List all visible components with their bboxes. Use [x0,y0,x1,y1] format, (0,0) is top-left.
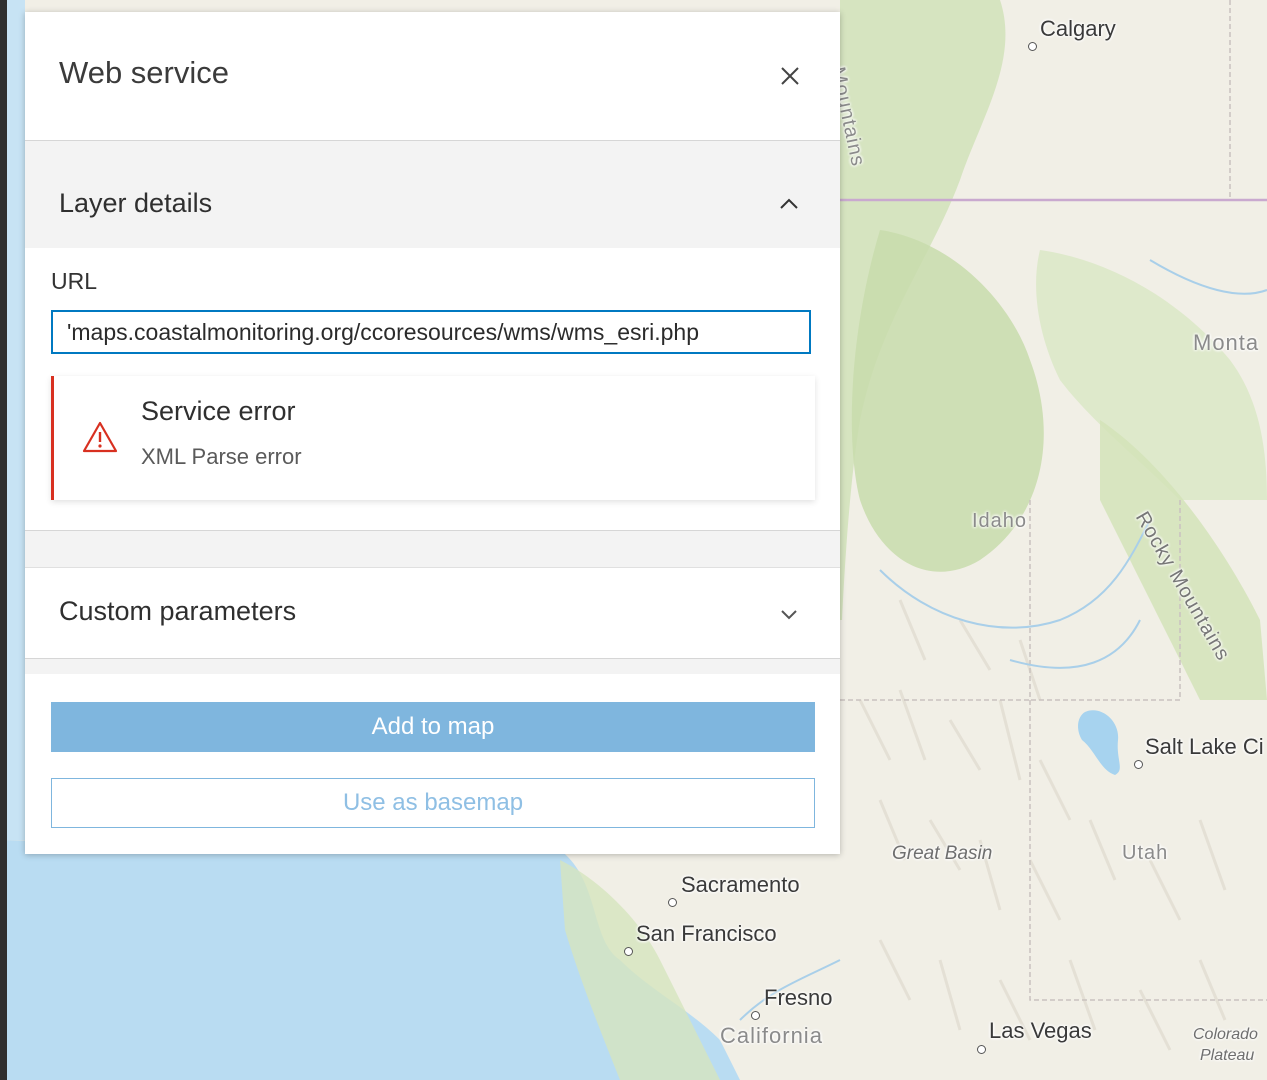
url-label: URL [51,268,98,294]
map-label-las-vegas: Las Vegas [989,1018,1092,1043]
close-button[interactable] [770,56,810,96]
city-marker [668,898,677,907]
chevron-up-icon [780,198,798,209]
city-marker [624,947,633,956]
custom-parameters-header[interactable]: Custom parameters [25,567,840,659]
use-as-basemap-button[interactable]: Use as basemap [51,778,815,828]
web-service-panel: Web service Layer details URL Service er… [25,12,840,854]
city-marker [1028,42,1037,51]
map-label-great-basin: Great Basin [892,843,993,864]
map-label-california: California [720,1023,823,1048]
layer-details-title: Layer details [59,188,213,218]
map-label-salt-lake-city: Salt Lake Ci [1145,734,1264,759]
layer-details-body: URL Service error XML Parse error [25,248,840,531]
window-edge [0,0,7,1080]
warning-icon [82,421,118,453]
map-label-idaho: Idaho [972,510,1028,532]
error-message: XML Parse error [141,444,302,469]
error-title: Service error [141,396,296,426]
custom-parameters-title: Custom parameters [59,596,297,626]
map-label-utah: Utah [1122,842,1169,864]
city-marker [977,1045,986,1054]
chevron-down-icon [781,610,797,620]
map-label-colorado: Colorado [1193,1026,1258,1043]
map-label-sacramento: Sacramento [681,872,800,897]
panel-footer: Add to map Use as basemap [25,674,840,854]
city-marker [1134,760,1143,769]
map-label-calgary: Calgary [1040,16,1116,41]
close-icon [781,67,799,85]
layer-details-header[interactable]: Layer details [25,160,840,248]
city-marker [751,1011,760,1020]
url-input[interactable] [51,310,811,354]
service-error-notice: Service error XML Parse error [51,376,815,500]
map-label-san-francisco: San Francisco [636,921,777,946]
panel-header: Web service [25,12,840,141]
map-label-montana: Monta [1193,330,1260,355]
map-label-fresno: Fresno [764,985,833,1010]
map-label-plateau: Plateau [1200,1047,1255,1064]
panel-title: Web service [59,55,229,90]
add-to-map-button[interactable]: Add to map [51,702,815,752]
